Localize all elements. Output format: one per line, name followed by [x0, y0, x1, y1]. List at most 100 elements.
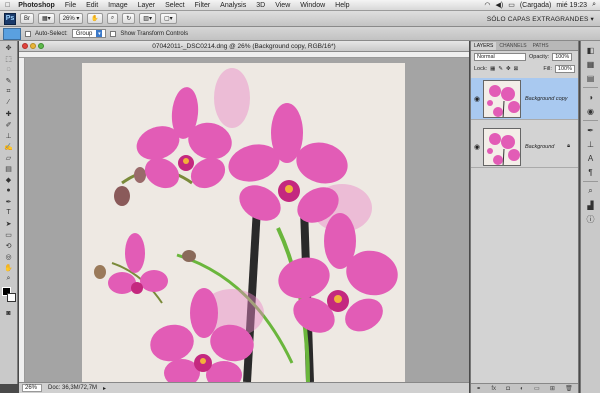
- status-arrow-icon[interactable]: ▸: [103, 385, 106, 392]
- styles-panel-icon[interactable]: ▤: [584, 73, 598, 83]
- quick-select-tool-icon[interactable]: ✎: [2, 76, 16, 85]
- canvas-area[interactable]: [25, 58, 469, 382]
- layer-row-background-copy[interactable]: ◉ Background copy: [471, 78, 578, 120]
- brush-tool-icon[interactable]: ✐: [2, 120, 16, 129]
- lock-transparency-icon[interactable]: ▦: [490, 66, 495, 72]
- adjustments-panel-icon[interactable]: ◑: [584, 92, 598, 102]
- wifi-icon[interactable]: ◠: [484, 1, 490, 9]
- paragraph-panel-icon[interactable]: ¶: [584, 167, 598, 177]
- transform-controls-checkbox[interactable]: [110, 30, 117, 37]
- lock-all-icon[interactable]: ⊠: [514, 66, 519, 72]
- move-tool-preset-picker[interactable]: [3, 27, 21, 40]
- menu-layer[interactable]: Layer: [133, 2, 161, 9]
- clone-stamp-tool-icon[interactable]: ⊥: [2, 131, 16, 140]
- menu-app-name[interactable]: Photoshop: [15, 2, 60, 9]
- crop-tool-icon[interactable]: ⌗: [2, 87, 16, 96]
- type-tool-icon[interactable]: T: [2, 208, 16, 217]
- 3d-rotate-tool-icon[interactable]: ⟲: [2, 241, 16, 250]
- menu-view[interactable]: View: [270, 2, 295, 9]
- photoshop-logo: Ps: [4, 12, 16, 25]
- auto-select-checkbox[interactable]: [25, 30, 31, 37]
- brushes-panel-icon[interactable]: ✒: [584, 125, 598, 135]
- 3d-orbit-tool-icon[interactable]: ◎: [2, 252, 16, 261]
- zoom-level-select[interactable]: 26% ▾: [58, 13, 84, 24]
- tab-channels[interactable]: CHANNELS: [496, 42, 529, 50]
- auto-select-dropdown[interactable]: Group ▾: [71, 29, 107, 38]
- gradient-tool-icon[interactable]: ▤: [2, 164, 16, 173]
- quick-mask-icon[interactable]: ◙: [2, 309, 16, 318]
- pen-tool-icon[interactable]: ✒: [2, 197, 16, 206]
- adjustment-layer-icon[interactable]: ◐: [520, 386, 524, 392]
- bridge-button[interactable]: Br: [20, 13, 34, 24]
- menu-filter[interactable]: Filter: [190, 2, 216, 9]
- background-color-swatch[interactable]: [6, 293, 16, 302]
- move-tool-icon[interactable]: ✥: [2, 43, 16, 52]
- visibility-eye-icon[interactable]: ◉: [471, 95, 483, 103]
- orchid-photo[interactable]: [82, 63, 405, 382]
- lock-position-icon[interactable]: ✥: [506, 66, 511, 72]
- tab-paths[interactable]: PATHS: [530, 42, 552, 50]
- menu-3d[interactable]: 3D: [251, 2, 270, 9]
- battery-icon[interactable]: ▭: [508, 1, 515, 9]
- spotlight-icon[interactable]: ⌕: [592, 1, 596, 9]
- workspace-switcher[interactable]: SÓLO CAPAS EXTRAGRANDES ▾: [487, 15, 594, 23]
- add-mask-icon[interactable]: ◘: [506, 386, 510, 392]
- document-title: 07042011-_DSC0214.dng @ 26% (Background …: [152, 42, 336, 50]
- navigator-panel-icon[interactable]: ⌕: [584, 186, 598, 196]
- chevron-down-icon: ▾: [96, 30, 103, 37]
- opacity-value: 100%: [555, 54, 570, 60]
- apple-icon[interactable]: : [0, 2, 15, 9]
- visibility-eye-icon[interactable]: ◉: [471, 143, 483, 151]
- menu-edit[interactable]: Edit: [81, 2, 103, 9]
- history-brush-tool-icon[interactable]: ✍: [2, 142, 16, 151]
- lasso-tool-icon[interactable]: ◌: [2, 65, 16, 74]
- hand-tool-button[interactable]: ✋: [87, 13, 103, 24]
- dodge-tool-icon[interactable]: ●: [2, 186, 16, 195]
- new-group-icon[interactable]: ▭: [534, 385, 540, 392]
- layer-style-icon[interactable]: fx: [491, 386, 496, 392]
- fill-field[interactable]: 100%: [554, 65, 575, 73]
- color-panel-icon[interactable]: ◧: [584, 45, 598, 55]
- swatches-panel-icon[interactable]: ▦: [584, 59, 598, 69]
- healing-tool-icon[interactable]: ✚: [2, 109, 16, 118]
- new-layer-icon[interactable]: ⊞: [550, 385, 555, 392]
- screen-mode-button[interactable]: ▢▾: [159, 13, 177, 24]
- info-panel-icon[interactable]: ⓘ: [584, 214, 598, 224]
- menu-clock[interactable]: mié 19:23: [556, 2, 587, 9]
- blend-mode-dropdown[interactable]: Normal: [474, 53, 526, 61]
- shape-tool-icon[interactable]: ▭: [2, 230, 16, 239]
- view-extras-button[interactable]: ▦▾: [38, 13, 55, 24]
- arrange-documents-button[interactable]: ▥▾: [139, 13, 156, 24]
- clone-source-panel-icon[interactable]: ⊥: [584, 139, 598, 149]
- marquee-tool-icon[interactable]: ⬚: [2, 54, 16, 63]
- dock-divider: [583, 181, 598, 182]
- lock-pixels-icon[interactable]: ✎: [498, 66, 503, 72]
- masks-panel-icon[interactable]: ◉: [584, 106, 598, 116]
- zoom-tool-icon[interactable]: ⌕: [2, 274, 16, 283]
- eyedropper-tool-icon[interactable]: ⁄: [2, 98, 16, 107]
- blend-row: Normal Opacity: 100%: [471, 51, 578, 63]
- menu-help[interactable]: Help: [330, 2, 354, 9]
- volume-icon[interactable]: ◀): [495, 1, 503, 9]
- rotate-view-button[interactable]: ↻: [122, 13, 136, 24]
- menu-window[interactable]: Window: [295, 2, 330, 9]
- link-layers-icon[interactable]: ⚭: [476, 385, 481, 392]
- menu-file[interactable]: File: [60, 2, 81, 9]
- opacity-field[interactable]: 100%: [552, 53, 573, 61]
- zoom-tool-button[interactable]: ⌕: [106, 13, 119, 24]
- menu-image[interactable]: Image: [103, 2, 132, 9]
- hand-tool-icon[interactable]: ✋: [2, 263, 16, 272]
- character-panel-icon[interactable]: A: [584, 153, 598, 163]
- path-select-tool-icon[interactable]: ➤: [2, 219, 16, 228]
- eraser-tool-icon[interactable]: ▱: [2, 153, 16, 162]
- layer-row-background[interactable]: ◉ Background 🔒︎: [471, 126, 578, 168]
- histogram-panel-icon[interactable]: ▟: [584, 200, 598, 210]
- panel-tabs: LAYERS CHANNELS PATHS: [471, 41, 578, 51]
- status-zoom-field[interactable]: 26%: [22, 384, 42, 392]
- menu-select[interactable]: Select: [160, 2, 189, 9]
- menu-analysis[interactable]: Analysis: [215, 2, 251, 9]
- tab-layers[interactable]: LAYERS: [471, 42, 497, 50]
- blur-tool-icon[interactable]: ◆: [2, 175, 16, 184]
- color-swatches[interactable]: [1, 287, 16, 303]
- delete-layer-icon[interactable]: 🗑︎: [565, 385, 573, 392]
